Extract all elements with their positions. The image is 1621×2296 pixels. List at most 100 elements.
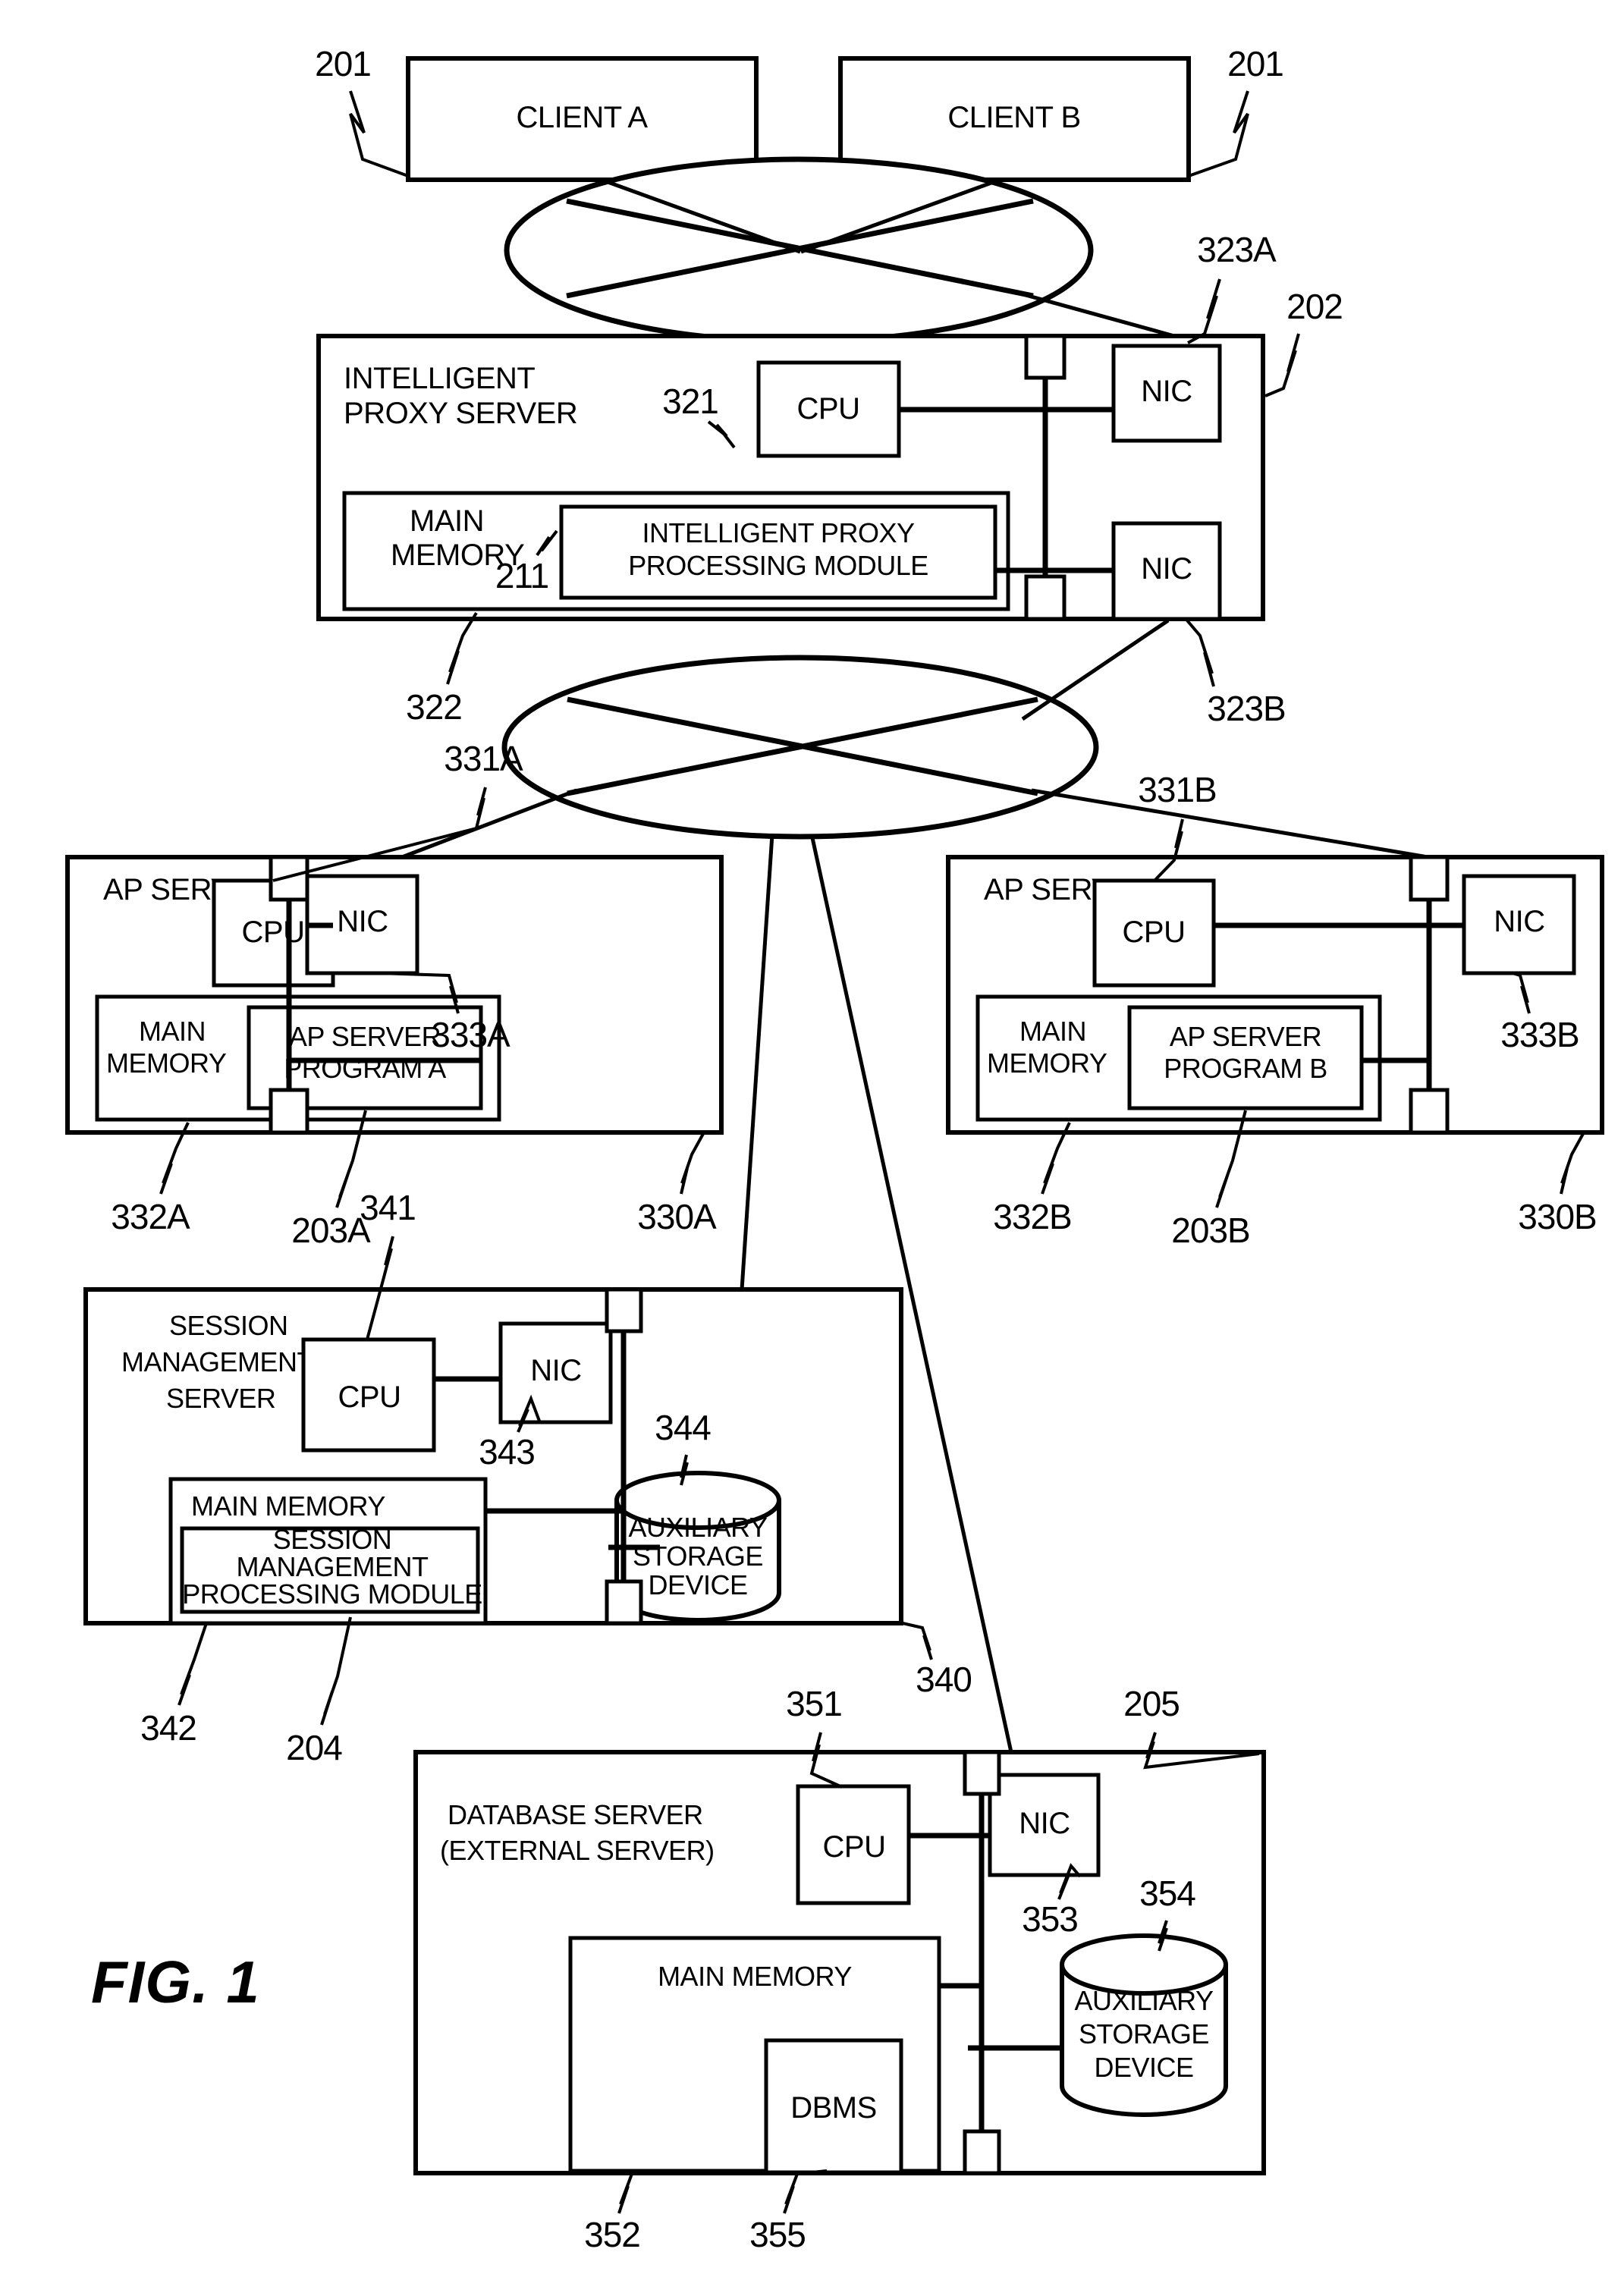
ap-b-cpu-label: CPU [1123, 916, 1186, 949]
proxy-server-title-line2: PROXY SERVER [344, 397, 577, 430]
ref-333A: 333A [431, 1015, 510, 1054]
ref-343: 343 [479, 1432, 535, 1472]
client-a-label: CLIENT A [516, 101, 648, 134]
ref-341: 341 [360, 1188, 416, 1227]
ref-321: 321 [662, 382, 718, 421]
leader-line-342 [177, 1622, 208, 1706]
proxy-bus-stub-bottom [1024, 574, 1067, 621]
database-storage-cylinder[interactable]: AUXILIARY STORAGE DEVICE [1060, 1933, 1228, 2117]
ref-201-left: 201 [315, 44, 371, 83]
ref-355: 355 [749, 2215, 806, 2254]
ref-323B: 323B [1207, 689, 1285, 728]
lower-network-cloud[interactable] [501, 655, 1099, 840]
database-bus-stub-bottom [963, 2129, 1001, 2175]
link-network-to-session-server [740, 834, 774, 1290]
ref-323A: 323A [1197, 230, 1277, 269]
ref-330A: 330A [637, 1197, 717, 1236]
ap-b-nic-label: NIC [1494, 905, 1544, 938]
ap-a-bus-stub-bottom [269, 1088, 309, 1135]
ref-203B: 203B [1171, 1211, 1249, 1250]
ref-201-right: 201 [1227, 44, 1283, 83]
leader-line-204 [320, 1616, 352, 1726]
ref-331A: 331A [444, 739, 523, 778]
leader-line-323B [1186, 619, 1215, 687]
ap-b-program-label-line2: PROGRAM B [1164, 1053, 1327, 1084]
database-dbms-label: DBMS [790, 2091, 877, 2125]
database-storage-label-line1: AUXILIARY [1075, 1985, 1214, 2016]
database-memory-label: MAIN MEMORY [658, 1961, 852, 1992]
ref-353: 353 [1022, 1899, 1078, 1939]
ref-332A: 332A [111, 1197, 190, 1236]
ref-340: 340 [916, 1660, 972, 1699]
ref-342: 342 [140, 1708, 196, 1748]
ref-204: 204 [286, 1728, 342, 1767]
session-storage-label-line1: AUXILIARY [629, 1512, 768, 1543]
ap-a-nic-label: NIC [337, 905, 388, 938]
ref-322: 322 [406, 687, 462, 727]
proxy-module-label-line2: PROCESSING MODULE [628, 550, 928, 581]
ap-server-b[interactable]: AP SERVER B CPU MAIN MEMORY AP SERVER PR… [946, 855, 1604, 1135]
leader-line-202 [1264, 333, 1300, 397]
session-server-title-line1: SESSION [169, 1310, 288, 1341]
ap-b-bus-stub-bottom [1409, 1088, 1450, 1135]
client-b-ref-callout: 201 [1188, 44, 1284, 177]
ref-202: 202 [1286, 287, 1343, 326]
session-nic-label: NIC [530, 1354, 581, 1387]
ref-344: 344 [655, 1408, 711, 1447]
session-module-label-line1: SESSION [273, 1524, 392, 1555]
leader-line-340 [902, 1622, 933, 1660]
ap-a-program-label-line2: PROGRAM A [284, 1053, 446, 1084]
session-module-label-line3: PROCESSING MODULE [182, 1578, 482, 1610]
figure-title: FIG. 1 [91, 1949, 260, 2015]
proxy-bus-stub-top [1024, 334, 1067, 380]
proxy-nic-top-label: NIC [1141, 375, 1192, 408]
ap-b-memory-label-line1: MAIN [1019, 1016, 1086, 1047]
database-storage-label-line2: STORAGE [1079, 2018, 1209, 2049]
figure-canvas: CLIENT A 201 CLIENT B 201 INTELLIGENT PR… [65, 44, 1604, 2254]
database-cpu-label: CPU [823, 1830, 886, 1864]
session-bus-stub-bottom [605, 1579, 643, 1625]
link-network-to-ap-server-b [1031, 788, 1442, 862]
ap-b-memory-label-line2: MEMORY [987, 1047, 1107, 1079]
ref-332B: 332B [993, 1197, 1071, 1236]
leader-line-323A [1187, 278, 1221, 344]
database-nic-label: NIC [1019, 1807, 1070, 1840]
ap-a-memory-label-line1: MAIN [139, 1016, 206, 1047]
proxy-memory-label-line1: MAIN [410, 504, 484, 538]
leader-line-355 [783, 2169, 828, 2214]
ap-b-program-label-line1: AP SERVER [1170, 1021, 1321, 1052]
database-storage-label-line3: DEVICE [1094, 2052, 1193, 2083]
ap-b-bus-stub-top [1409, 855, 1450, 902]
client-a-ref-callout: 201 [315, 44, 409, 177]
database-server-title-line2: (EXTERNAL SERVER) [440, 1835, 715, 1866]
ref-333B: 333B [1500, 1015, 1579, 1054]
session-server-title-line3: SERVER [166, 1383, 275, 1414]
link-network-to-ap-server-a [401, 788, 577, 859]
ap-a-cpu-label: CPU [242, 916, 305, 949]
session-module-label-line2: MANAGEMENT [236, 1551, 429, 1582]
leader-line-322 [446, 611, 478, 685]
session-memory-label: MAIN MEMORY [191, 1490, 385, 1522]
ref-330B: 330B [1518, 1197, 1596, 1236]
ref-205: 205 [1123, 1684, 1180, 1723]
leader-line-330A [680, 1132, 705, 1195]
intelligent-proxy-server[interactable]: INTELLIGENT PROXY SERVER CPU 321 MAIN ME… [316, 334, 1265, 621]
client-b-label: CLIENT B [947, 101, 1080, 134]
ref-354: 354 [1139, 1874, 1195, 1913]
ref-351: 351 [786, 1684, 842, 1723]
ref-211: 211 [495, 556, 548, 595]
ref-352: 352 [584, 2215, 640, 2254]
proxy-nic-bottom-label: NIC [1141, 552, 1192, 586]
ap-server-a[interactable]: AP SERVER A CPU MAIN MEMORY AP SERVER PR… [65, 855, 724, 1135]
database-bus-stub-top [963, 1750, 1001, 1796]
session-storage-label-line3: DEVICE [648, 1569, 747, 1600]
session-cpu-label: CPU [338, 1380, 401, 1414]
link-proxy-nic-bottom-to-network [1021, 618, 1170, 721]
leader-line-330B [1560, 1132, 1585, 1195]
database-server[interactable]: DATABASE SERVER (EXTERNAL SERVER) CPU MA… [413, 1750, 1266, 2175]
leader-line-201-right [1188, 90, 1249, 177]
ref-331B: 331B [1138, 770, 1216, 809]
proxy-module-label-line1: INTELLIGENT PROXY [642, 517, 915, 548]
patent-figure-page: CLIENT A 201 CLIENT B 201 INTELLIGENT PR… [0, 0, 1621, 2296]
proxy-cpu-label: CPU [797, 392, 860, 426]
